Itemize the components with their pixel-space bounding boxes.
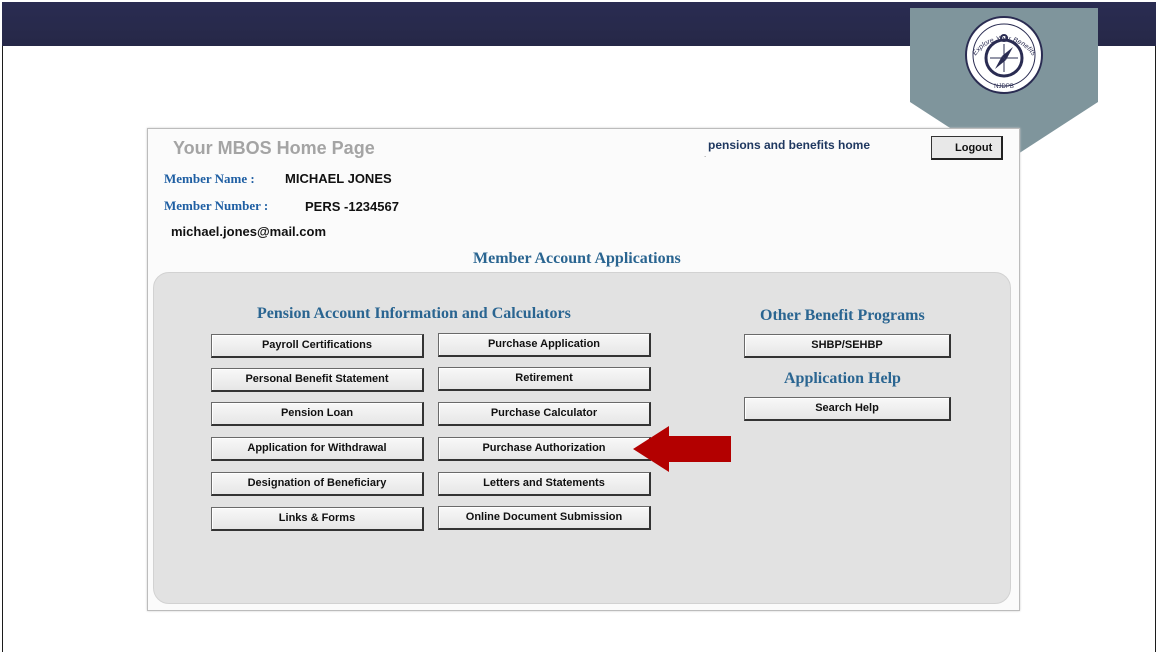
badge-bottom-text: NJDPB bbox=[994, 84, 1014, 90]
shbp-sehbp-button[interactable]: SHBP/SEHBP bbox=[744, 334, 951, 358]
other-benefits-title: Other Benefit Programs bbox=[760, 307, 925, 324]
retirement-button[interactable]: Retirement bbox=[438, 367, 651, 391]
purchase-authorization-button[interactable]: Purchase Authorization bbox=[438, 437, 651, 461]
designation-of-beneficiary-button[interactable]: Designation of Beneficiary bbox=[211, 472, 424, 496]
member-number-label: Member Number : bbox=[164, 198, 269, 213]
member-number-value: PERS -1234567 bbox=[305, 199, 399, 214]
purchase-calculator-button[interactable]: Purchase Calculator bbox=[438, 402, 651, 426]
search-help-button[interactable]: Search Help bbox=[744, 397, 951, 421]
link-bullet: . bbox=[704, 150, 707, 159]
page-title: Your MBOS Home Page bbox=[173, 138, 375, 158]
member-name-label: Member Name : bbox=[164, 171, 255, 186]
pensions-benefits-home-link[interactable]: pensions and benefits home bbox=[708, 138, 870, 152]
member-name-value: MICHAEL JONES bbox=[285, 171, 392, 186]
logout-button[interactable]: Logout bbox=[931, 136, 1003, 160]
personal-benefit-statement-button[interactable]: Personal Benefit Statement bbox=[211, 368, 424, 392]
member-email: michael.jones@mail.com bbox=[171, 224, 327, 239]
letters-and-statements-button[interactable]: Letters and Statements bbox=[438, 472, 651, 496]
application-help-title: Application Help bbox=[784, 370, 901, 387]
pension-section-title: Pension Account Information and Calculat… bbox=[257, 305, 571, 322]
apps-section-title: Member Account Applications bbox=[473, 250, 681, 267]
highlight-arrow-icon bbox=[633, 426, 731, 472]
pension-loan-button[interactable]: Pension Loan bbox=[211, 402, 424, 426]
payroll-certifications-button[interactable]: Payroll Certifications bbox=[211, 334, 424, 358]
online-document-submission-button[interactable]: Online Document Submission bbox=[438, 506, 651, 530]
links-forms-button[interactable]: Links & Forms bbox=[211, 507, 424, 531]
purchase-application-button[interactable]: Purchase Application bbox=[438, 333, 651, 357]
application-for-withdrawal-button[interactable]: Application for Withdrawal bbox=[211, 437, 424, 461]
